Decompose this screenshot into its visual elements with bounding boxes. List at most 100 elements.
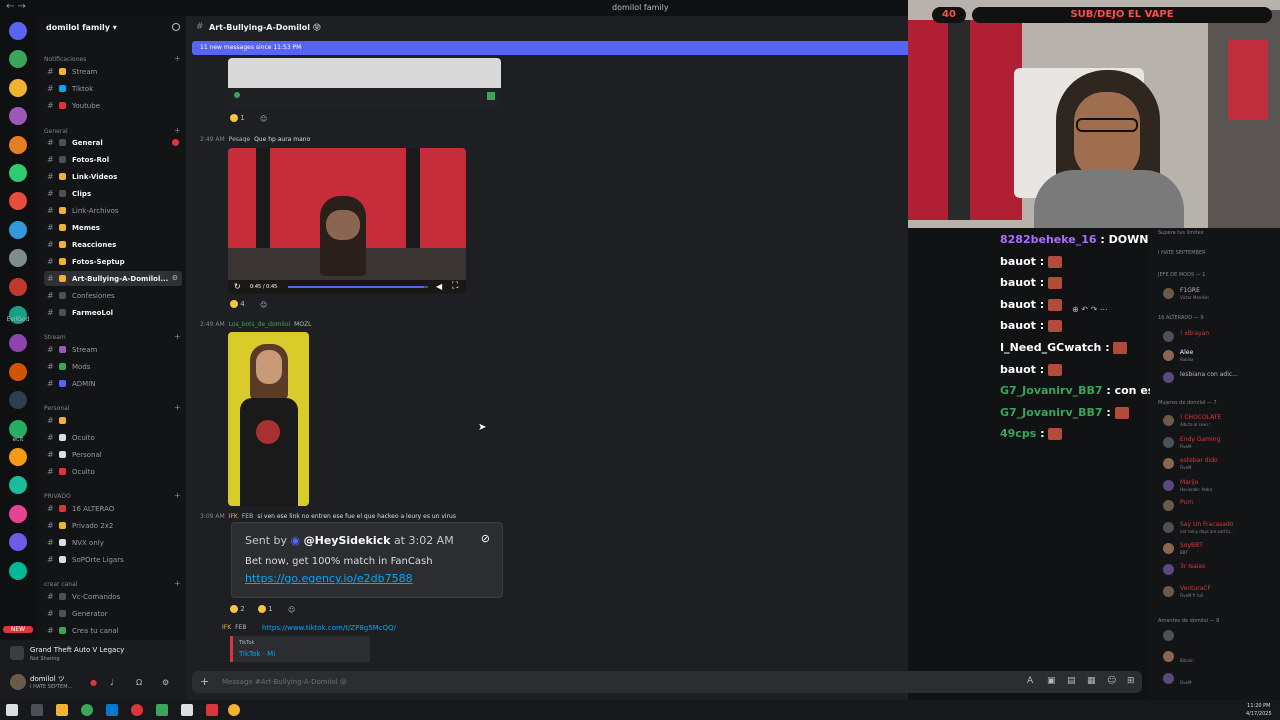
server-icon[interactable] xyxy=(9,362,27,381)
add-reaction-icon[interactable]: ☺ xyxy=(260,115,267,123)
gif-icon[interactable]: ▤ xyxy=(1067,676,1076,686)
channel-art-bullying-a-domilol-[interactable]: # Art-Bullying-A-Domilol... ⚙ xyxy=(44,271,182,286)
message-composer[interactable]: + Message #Art-Bullying-A-Domilol 😝 A ▣ … xyxy=(192,671,1142,693)
microphone-icon[interactable]: ♩ xyxy=(110,678,114,687)
chrome-icon[interactable] xyxy=(81,704,93,716)
add-channel-icon[interactable]: + xyxy=(174,126,181,135)
category-general[interactable]: General xyxy=(44,128,68,135)
add-channel-icon[interactable]: + xyxy=(174,579,181,588)
server-icon[interactable] xyxy=(9,192,27,211)
attachment-image[interactable] xyxy=(228,58,501,108)
volume-icon[interactable]: ◀ xyxy=(436,282,442,291)
invite-icon[interactable] xyxy=(172,23,180,31)
channel-admin[interactable]: # ADMIN xyxy=(44,376,182,391)
server-icon[interactable] xyxy=(9,220,27,239)
server-icon[interactable] xyxy=(9,391,27,410)
add-channel-icon[interactable]: + xyxy=(174,491,181,500)
server-icon[interactable] xyxy=(9,533,27,552)
server-icon[interactable] xyxy=(9,107,27,126)
server-icon[interactable] xyxy=(9,22,27,40)
file-explorer-icon[interactable] xyxy=(56,704,68,716)
avatar[interactable] xyxy=(10,674,26,690)
video-attachment[interactable]: ↻ 0:45 / 0:45 ◀ ⛶ xyxy=(228,148,466,294)
new-messages-bar[interactable]: 11 new messages since 11:53 PM xyxy=(192,41,908,55)
category-crear_canal[interactable]: crear canal xyxy=(44,581,78,588)
headphones-icon[interactable]: Ω xyxy=(136,678,142,687)
channel-privado-2x2[interactable]: # Privado 2x2 xyxy=(44,518,182,533)
channel-oculto[interactable]: # Oculto xyxy=(44,430,182,445)
server-icon[interactable] xyxy=(9,476,27,495)
member-row[interactable]: ! CHOCOLATE Adicta al sexo ! xyxy=(1158,413,1278,429)
channel-nvx-only[interactable]: # NVX only xyxy=(44,535,182,550)
member-row[interactable]: VenturaCF FiveM fr full xyxy=(1158,584,1278,600)
channel-clips[interactable]: # Clips xyxy=(44,186,182,201)
mute-icon[interactable]: ⊘ xyxy=(481,532,490,545)
member-row[interactable]: 3r Isaias xyxy=(1158,562,1278,578)
translate-icon[interactable]: A xyxy=(1027,676,1033,686)
add-reaction-icon[interactable]: ☺ xyxy=(288,606,295,614)
start-icon[interactable] xyxy=(6,704,18,716)
member-row[interactable] xyxy=(1158,628,1278,644)
app-icon[interactable] xyxy=(181,704,193,716)
member-row[interactable]: lesbiana con adic... xyxy=(1158,370,1278,386)
channel-tiktok[interactable]: # Tiktok xyxy=(44,81,182,96)
sidekick-link[interactable]: https://go.egency.io/e2db7588 xyxy=(245,572,413,585)
gear-icon[interactable]: ⚙ xyxy=(172,274,178,282)
server-icon[interactable] xyxy=(9,78,27,97)
channel-16-alterao[interactable]: #16 ALTERAO xyxy=(44,501,182,516)
emoji-icon[interactable]: ☺ xyxy=(1107,676,1116,686)
server-icon[interactable] xyxy=(9,164,27,182)
member-row[interactable]: FiveM xyxy=(1158,671,1278,687)
server-icon[interactable] xyxy=(9,419,27,438)
category-notificaciones[interactable]: Notificaciones xyxy=(44,56,86,63)
mic-icon[interactable]: ● xyxy=(90,678,97,687)
server-icon[interactable] xyxy=(9,334,27,353)
member-row[interactable]: Say Un Fracasado not rainy days are sad f… xyxy=(1158,520,1278,536)
channel-stream[interactable]: # Stream xyxy=(44,342,182,357)
server-icon[interactable] xyxy=(9,249,27,268)
channel-crea-tu-canal[interactable]: # Crea tu canal xyxy=(44,623,182,638)
app-icon[interactable] xyxy=(206,704,218,716)
channel-mods[interactable]: # Mods xyxy=(44,359,182,374)
video-controls[interactable]: ↻ 0:45 / 0:45 ◀ ⛶ xyxy=(228,280,466,294)
task-view-icon[interactable] xyxy=(31,704,43,716)
channel-personal[interactable]: # Personal xyxy=(44,447,182,462)
channel-fotos-rol[interactable]: # Fotos-Rol xyxy=(44,152,182,167)
add-reaction-icon[interactable]: ☺ xyxy=(260,301,267,309)
store-icon[interactable] xyxy=(106,704,118,716)
member-row[interactable]: Bitcoin xyxy=(1158,649,1278,665)
gear-icon[interactable]: ⚙ xyxy=(162,678,169,687)
sticker-icon[interactable]: ▦ xyxy=(1087,676,1096,686)
fullscreen-icon[interactable]: ⛶ xyxy=(452,281,458,291)
attachment-image[interactable] xyxy=(228,332,309,506)
replay-icon[interactable]: ↻ xyxy=(234,282,241,291)
channel-farmeolol[interactable]: # FarmeoLol xyxy=(44,305,182,320)
server-icon[interactable] xyxy=(9,448,27,466)
browser-icon[interactable] xyxy=(131,704,143,716)
category-privado[interactable]: PRIVADO xyxy=(44,493,71,500)
member-row[interactable]: Endy Gaming FiveM xyxy=(1158,435,1278,451)
server-icon[interactable] xyxy=(9,277,27,296)
reaction[interactable]: 2 xyxy=(230,605,245,613)
add-channel-icon[interactable]: + xyxy=(174,332,181,341)
app-icon[interactable] xyxy=(228,704,240,716)
app-icon[interactable] xyxy=(156,704,168,716)
add-channel-icon[interactable]: + xyxy=(174,54,181,63)
tiktok-embed[interactable]: TikTok TikTok · Mi xyxy=(230,636,370,662)
apps-icon[interactable]: ⊞ xyxy=(1127,676,1135,686)
server-icon[interactable] xyxy=(9,504,27,523)
channel-memes[interactable]: # Memes xyxy=(44,220,182,235)
channel-stream[interactable]: # Stream xyxy=(44,64,182,79)
member-row[interactable]: ! xBrayan xyxy=(1158,329,1278,345)
channel-confesiones[interactable]: # Confesiones xyxy=(44,288,182,303)
reaction[interactable]: 4 xyxy=(230,300,245,308)
category-personal[interactable]: Personal xyxy=(44,405,70,412)
gift-icon[interactable]: ▣ xyxy=(1047,676,1056,686)
channel-youtube[interactable]: # Youtube xyxy=(44,98,182,113)
channel-reacciones[interactable]: # Reacciones xyxy=(44,237,182,252)
member-row[interactable]: SoyBBT BBT xyxy=(1158,541,1278,557)
server-name[interactable]: domilol family ▾ xyxy=(46,23,117,32)
channel-link-archivos[interactable]: # Link-Archivos xyxy=(44,203,182,218)
video-progress[interactable] xyxy=(288,286,428,288)
add-attachment-icon[interactable]: + xyxy=(200,675,209,688)
